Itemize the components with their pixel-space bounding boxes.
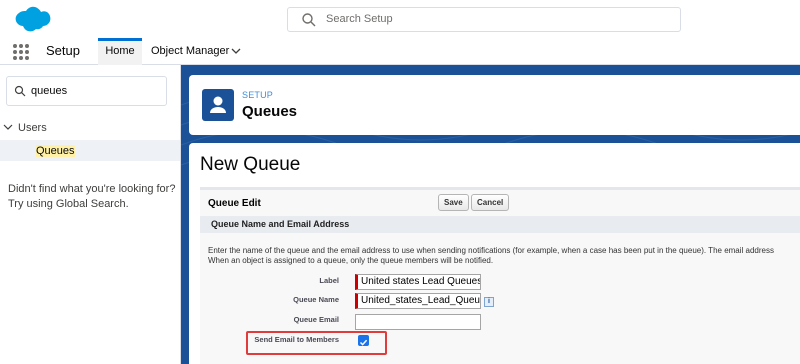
label-input[interactable]: United states Lead Queues xyxy=(355,274,481,290)
setup-search-input[interactable]: Search Setup xyxy=(287,7,681,32)
tree-item-queues-label: Queues xyxy=(36,145,75,157)
chevron-down-icon[interactable] xyxy=(3,123,13,131)
queue-email-input[interactable] xyxy=(355,314,481,330)
app-name: Setup xyxy=(46,43,80,58)
search-placeholder: Search Setup xyxy=(326,13,393,25)
tree-item-users[interactable]: Users xyxy=(3,122,47,134)
page-title: Queues xyxy=(242,103,298,120)
sidebar-help-text: Didn't find what you're looking for? Try… xyxy=(8,182,178,212)
salesforce-logo-icon[interactable] xyxy=(8,5,52,35)
tab-object-manager[interactable]: Object Manager xyxy=(151,38,251,65)
app-launcher-icon[interactable] xyxy=(13,44,29,60)
queue-name-input[interactable]: United_states_Lead_Queue xyxy=(355,293,481,309)
global-header: Search Setup xyxy=(0,0,800,38)
help-line-1: Didn't find what you're looking for? xyxy=(8,183,176,195)
annotation-highlight-box xyxy=(246,331,387,355)
tab-home[interactable]: Home xyxy=(98,38,142,65)
chevron-down-icon[interactable] xyxy=(231,47,241,55)
queue-email-field-label: Queue Email xyxy=(293,315,339,324)
page-header: SETUP Queues xyxy=(189,75,800,135)
setup-sidebar: queues Users Queues Didn't find what you… xyxy=(0,65,181,364)
page-header-eyebrow: SETUP xyxy=(242,90,274,100)
info-icon[interactable]: i xyxy=(484,297,494,307)
tree-item-queues[interactable]: Queues xyxy=(0,140,180,161)
label-field-label: Label xyxy=(319,276,339,285)
queue-user-icon xyxy=(202,89,234,121)
tree-item-users-label: Users xyxy=(18,122,47,134)
quick-find-value: queues xyxy=(31,85,68,97)
queue-name-field-label: Queue Name xyxy=(293,295,339,304)
tab-object-manager-label: Object Manager xyxy=(151,45,230,57)
quick-find-input[interactable]: queues xyxy=(6,76,167,106)
help-line-2: Try using Global Search. xyxy=(8,198,129,210)
search-icon xyxy=(14,85,26,97)
search-icon xyxy=(302,13,316,27)
context-bar: Setup Home Object Manager xyxy=(0,38,800,65)
